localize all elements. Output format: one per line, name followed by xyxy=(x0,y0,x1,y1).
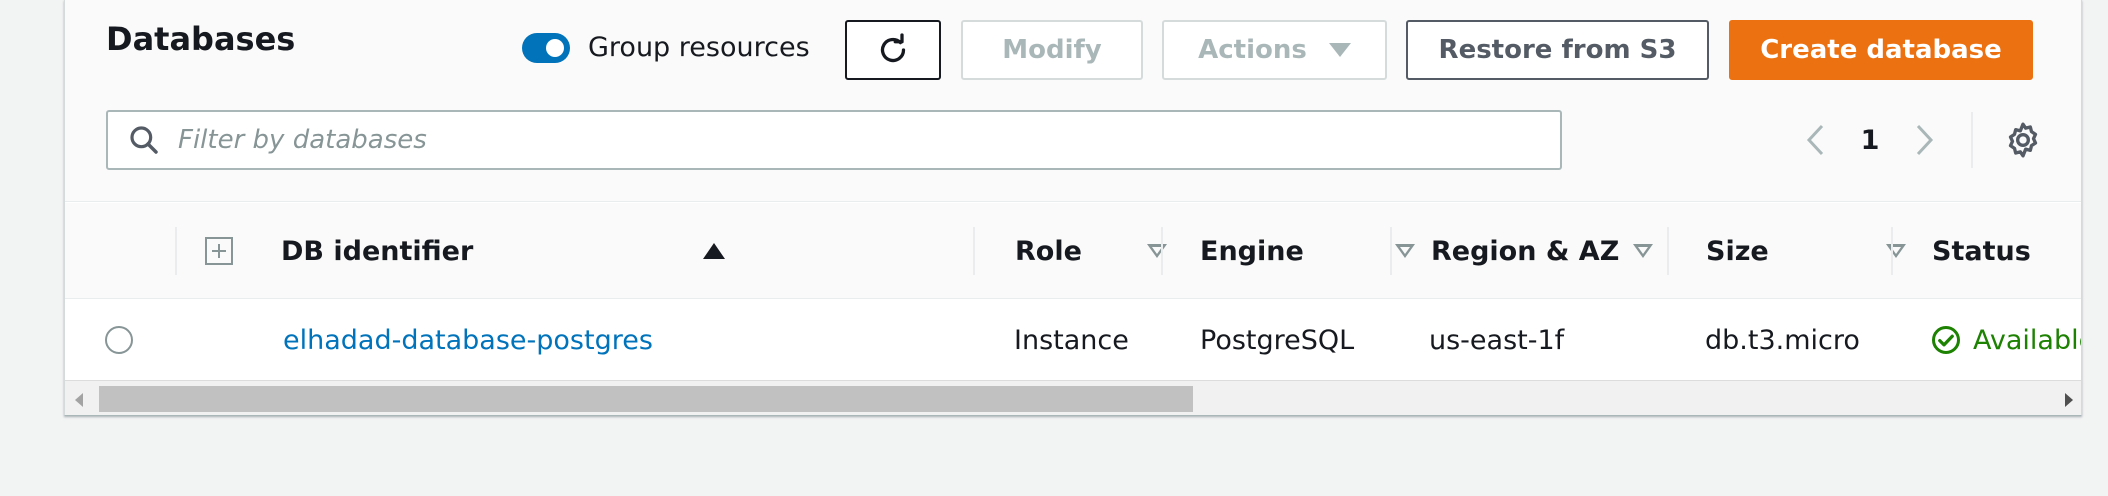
current-page-number[interactable]: 1 xyxy=(1835,125,1905,156)
column-header-status[interactable]: Status xyxy=(1932,203,2081,299)
column-label: Role xyxy=(1015,235,1082,267)
sort-ascending-icon xyxy=(703,243,725,259)
restore-button-label: Restore from S3 xyxy=(1438,35,1677,65)
column-header-region-az[interactable]: Region & AZ xyxy=(1431,203,1686,299)
pager-divider xyxy=(1971,112,1973,168)
check-circle-icon xyxy=(1932,326,1960,354)
group-resources-toggle[interactable] xyxy=(522,32,570,63)
sort-descending-icon xyxy=(1633,244,1654,258)
engine-cell: PostgreSQL xyxy=(1200,324,1355,356)
role-cell: Instance xyxy=(1014,324,1129,356)
caret-down-icon xyxy=(1328,43,1351,57)
scroll-left-arrow-icon[interactable] xyxy=(75,393,83,407)
column-separator xyxy=(175,227,177,275)
gear-icon[interactable] xyxy=(2003,120,2043,160)
column-header-db-identifier[interactable]: DB identifier xyxy=(281,203,757,299)
column-separator xyxy=(1667,227,1669,275)
sort-descending-icon xyxy=(1886,244,1906,258)
refresh-button[interactable] xyxy=(845,20,941,80)
search-icon xyxy=(130,126,158,154)
column-label: Engine xyxy=(1200,235,1304,267)
column-separator xyxy=(1390,227,1392,275)
column-label: Status xyxy=(1932,235,2031,267)
create-button-label: Create database xyxy=(1760,35,2002,65)
restore-from-s3-button[interactable]: Restore from S3 xyxy=(1406,20,1709,80)
row-select-radio[interactable] xyxy=(105,326,133,354)
pagination: 1 xyxy=(1795,118,1945,162)
modify-button[interactable]: Modify xyxy=(961,20,1143,80)
column-separator xyxy=(973,227,975,275)
db-identifier-cell: elhadad-database-postgres xyxy=(283,300,653,380)
chevron-right-icon xyxy=(1916,124,1934,156)
column-header-size[interactable]: Size xyxy=(1706,203,1916,299)
create-database-button[interactable]: Create database xyxy=(1729,20,2033,80)
table-row[interactable]: elhadad-database-postgres Instance Postg… xyxy=(65,300,2081,380)
column-label: Size xyxy=(1706,235,1769,267)
expand-all-icon[interactable] xyxy=(205,237,233,265)
scrollbar-thumb[interactable] xyxy=(99,386,1193,412)
search-box[interactable] xyxy=(106,110,1562,170)
size-cell: db.t3.micro xyxy=(1705,324,1860,356)
next-page-button[interactable] xyxy=(1905,118,1945,162)
databases-panel: Databases Group resources Modify Actions… xyxy=(64,0,2082,416)
modify-button-label: Modify xyxy=(1002,35,1102,65)
group-resources-toggle-group[interactable]: Group resources xyxy=(522,32,810,63)
page-title: Databases xyxy=(106,20,296,58)
column-label: DB identifier xyxy=(281,235,474,267)
sort-descending-icon xyxy=(1147,244,1167,258)
sort-descending-icon xyxy=(1395,244,1415,258)
refresh-icon xyxy=(880,33,906,63)
group-resources-label: Group resources xyxy=(588,32,810,63)
actions-button-label: Actions xyxy=(1198,35,1307,65)
region-cell: us-east-1f xyxy=(1429,324,1565,356)
horizontal-scrollbar[interactable] xyxy=(65,380,2081,415)
scroll-right-arrow-icon[interactable] xyxy=(2065,393,2073,407)
status-text: Available xyxy=(1973,324,2081,356)
chevron-left-icon xyxy=(1806,124,1824,156)
column-separator xyxy=(1161,227,1163,275)
column-separator xyxy=(1891,227,1893,275)
status-cell: Available xyxy=(1931,300,2081,380)
previous-page-button[interactable] xyxy=(1795,118,1835,162)
search-input[interactable] xyxy=(178,125,1528,155)
column-header-role[interactable]: Role xyxy=(1015,203,1185,299)
table-header-row: DB identifier Role Engine Region & AZ Si… xyxy=(65,203,2081,299)
actions-dropdown-button[interactable]: Actions xyxy=(1162,20,1387,80)
column-label: Region & AZ xyxy=(1431,235,1620,267)
db-identifier-link[interactable]: elhadad-database-postgres xyxy=(283,325,653,356)
toggle-knob xyxy=(546,38,564,57)
